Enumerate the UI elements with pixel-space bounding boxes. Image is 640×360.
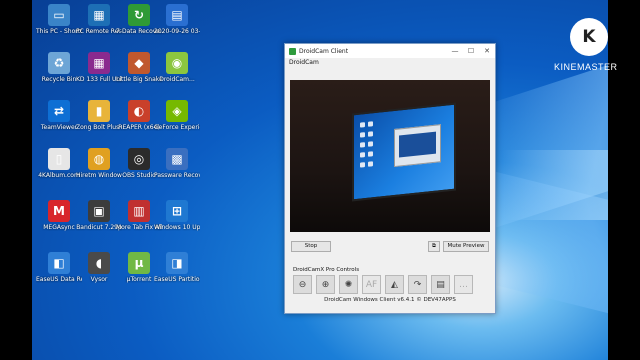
maximize-button[interactable]: ☐ xyxy=(463,47,479,55)
app-icon: ⊞ xyxy=(166,200,188,222)
desktop-icon[interactable]: ◉ DroidCam... xyxy=(154,52,200,83)
minimize-button[interactable]: — xyxy=(447,47,463,55)
desktop-icon-label: Windows 10 Update Ass... xyxy=(154,224,200,231)
close-button[interactable]: ✕ xyxy=(479,47,495,55)
window-title: DroidCam Client xyxy=(299,47,349,55)
brightness-button[interactable]: ✺ xyxy=(339,275,358,294)
app-icon: ▩ xyxy=(166,148,188,170)
app-icon: ◎ xyxy=(128,148,150,170)
app-icon: ▦ xyxy=(88,52,110,74)
preview-icon xyxy=(368,161,373,167)
preview-icon xyxy=(368,151,373,157)
version-footer: DroidCam Windows Client v6.4.1 © DEV47AP… xyxy=(324,297,456,303)
desktop-icon-label: GeForce Experience xyxy=(154,124,200,131)
droidcam-window[interactable]: DroidCam Client — ☐ ✕ DroidCam Stop ⧉ Mu… xyxy=(284,43,496,314)
title-bar[interactable]: DroidCam Client — ☐ ✕ xyxy=(285,44,495,58)
stop-button[interactable]: Stop xyxy=(291,241,331,252)
pro-controls-toolbar: ⊖ ⊕ ✺ AF ◭ ↷ ▤ … xyxy=(293,275,473,294)
app-icon: ◈ xyxy=(166,100,188,122)
flip-icon: ◭ xyxy=(391,279,398,290)
zoom-out-icon: ⊖ xyxy=(298,279,307,290)
app-icon: µ xyxy=(128,252,150,274)
desktop-icon[interactable]: ⊞ Windows 10 Update Ass... xyxy=(154,200,200,231)
app-icon: ▯ xyxy=(48,148,70,170)
screenshot-button[interactable]: ⧉ xyxy=(428,241,440,252)
autofocus-button[interactable]: AF xyxy=(362,275,381,294)
droidcam-app-icon xyxy=(289,47,296,55)
app-icon: ▣ xyxy=(88,200,110,222)
pro-controls-label: DroidCamX Pro Controls xyxy=(293,267,360,273)
zoom-in-button[interactable]: ⊕ xyxy=(316,275,335,294)
app-icon: ▦ xyxy=(88,4,110,26)
preview-icon xyxy=(368,141,373,147)
preview-icon xyxy=(360,132,365,138)
preview-icon xyxy=(360,142,365,148)
camera-preview xyxy=(290,80,490,232)
app-icon: ▭ xyxy=(48,4,70,26)
preview-icon xyxy=(360,122,365,128)
preview-icon xyxy=(360,162,365,168)
app-icon: ▥ xyxy=(128,200,150,222)
app-icon: M xyxy=(48,200,70,222)
zoom-in-icon: ⊕ xyxy=(321,279,330,290)
app-icon: ⇄ xyxy=(48,100,70,122)
mute-preview-button[interactable]: Mute Preview xyxy=(443,241,489,252)
app-icon: ◖ xyxy=(88,252,110,274)
wallpaper-light-beam xyxy=(502,150,608,220)
flip-button[interactable]: ◭ xyxy=(385,275,404,294)
menu-bar: DroidCam xyxy=(285,58,495,67)
desktop-icon-label: EaseUS Partition M... xyxy=(154,276,200,283)
preview-icon xyxy=(368,131,373,137)
rotate-icon: ↷ xyxy=(413,279,422,290)
app-icon: ◐ xyxy=(128,100,150,122)
app-icon: ◨ xyxy=(166,252,188,274)
more-icon: … xyxy=(459,279,468,290)
save-icon: ▤ xyxy=(436,279,445,290)
desktop-icon-label: Passware Recovery S... xyxy=(154,172,200,179)
app-icon: ▮ xyxy=(88,100,110,122)
desktop-icon[interactable]: ▩ Passware Recovery S... xyxy=(154,148,200,179)
kinemaster-logo: K xyxy=(570,18,608,56)
preview-window xyxy=(394,124,441,168)
kinemaster-watermark: KINEMASTER xyxy=(554,62,618,72)
app-icon: ◉ xyxy=(166,52,188,74)
video-frame: ▭This PC - Shortcut▦PC Remote Receiver↻7… xyxy=(0,0,640,360)
more-button[interactable]: … xyxy=(454,275,473,294)
save-button[interactable]: ▤ xyxy=(431,275,450,294)
app-icon: ▤ xyxy=(166,4,188,26)
desktop-icon-label: 2020-09-26 03-15-12 xyxy=(154,28,200,35)
rotate-button[interactable]: ↷ xyxy=(408,275,427,294)
app-icon: ◍ xyxy=(88,148,110,170)
desktop-icon[interactable]: ▤ 2020-09-26 03-15-12 xyxy=(154,4,200,35)
preview-monitor-image xyxy=(352,102,456,202)
preview-window-content xyxy=(399,131,436,158)
menu-droidcam[interactable]: DroidCam xyxy=(289,59,319,66)
autofocus-icon: AF xyxy=(365,279,378,290)
desktop-icon[interactable]: ◈ GeForce Experience xyxy=(154,100,200,131)
app-icon: ◆ xyxy=(128,52,150,74)
brightness-icon: ✺ xyxy=(344,279,353,290)
app-icon: ♻ xyxy=(48,52,70,74)
desktop-icon-label: DroidCam... xyxy=(159,76,195,83)
app-icon: ◧ xyxy=(48,252,70,274)
preview-icon xyxy=(360,152,365,158)
app-icon: ↻ xyxy=(128,4,150,26)
preview-icon xyxy=(368,121,373,127)
desktop-icon[interactable]: ◨ EaseUS Partition M... xyxy=(154,252,200,283)
zoom-out-button[interactable]: ⊖ xyxy=(293,275,312,294)
